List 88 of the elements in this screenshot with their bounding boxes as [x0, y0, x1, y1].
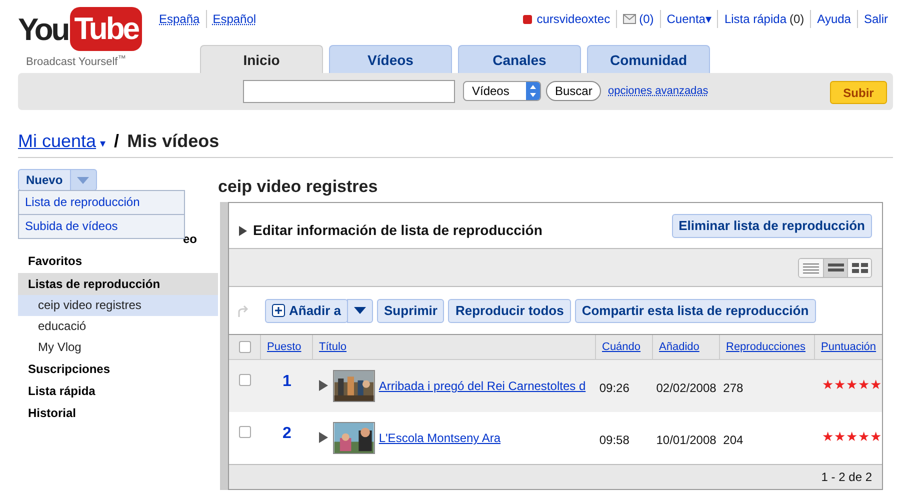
table-cell: 278 [723, 381, 744, 395]
play-icon[interactable] [318, 432, 328, 443]
view-mode-icon[interactable] [847, 258, 871, 276]
upload-button[interactable]: Subir [830, 81, 887, 104]
username-link[interactable]: cursvideoxtec [536, 10, 610, 28]
sidebar-item[interactable]: Suscripciones [18, 358, 218, 380]
logo-text: Tube [70, 7, 142, 51]
caret-icon [354, 307, 366, 314]
playlist-item[interactable]: ceip video registres [18, 295, 218, 316]
header-link[interactable]: Salir [864, 10, 888, 28]
youtube-logo[interactable]: You Tube Broadcast Yourself$^{™}$ [18, 6, 146, 70]
video-title-link[interactable]: Arribada i pregó del Rei Carnestoltes d [378, 377, 586, 395]
column-header-link[interactable]: Puesto [267, 338, 302, 356]
add-to-button[interactable]: Añadir a [265, 298, 348, 322]
sidebar-item[interactable]: Historial [18, 402, 218, 424]
menu-item[interactable]: Subida de vídeos [19, 214, 184, 238]
dropdown-button[interactable] [347, 298, 374, 322]
star-icon: ★ [858, 430, 870, 444]
star-icon: ★ [834, 378, 846, 392]
select-all-checkbox[interactable] [238, 341, 250, 353]
star-icon: ★ [834, 430, 846, 444]
column-header-link[interactable]: Puntuación [821, 338, 876, 356]
sidebar-item[interactable]: Favoritos [18, 250, 218, 272]
column-header-link[interactable]: Título [319, 338, 347, 356]
action-button[interactable]: Reproducir todos [448, 298, 571, 322]
star-icon: ★ [822, 430, 834, 444]
playlist-title: ceip video registres [218, 176, 378, 198]
nav-tab[interactable]: Inicio [200, 45, 323, 74]
video-title-link[interactable]: L'Escola Montseny Ara [378, 429, 501, 447]
account-menu-link[interactable]: Cuenta▾ [666, 10, 712, 28]
table-cell: 09:58 [599, 433, 630, 447]
quicklist-link[interactable]: Lista rápida [724, 10, 786, 28]
star-icon: ★ [822, 378, 834, 392]
logo-tagline: Broadcast Yourself$^{™}$ [26, 54, 127, 70]
star-icon: ★ [846, 430, 858, 444]
action-button[interactable]: Suprimir [377, 298, 444, 322]
caret-icon [77, 176, 90, 184]
star-icon: ★ [870, 430, 882, 444]
nav-tab[interactable]: Canales [458, 45, 581, 74]
locale-link[interactable]: Español [206, 10, 262, 28]
view-mode-icon[interactable] [823, 258, 847, 276]
playlist-item[interactable]: My Vlog [18, 337, 218, 358]
account-link[interactable]: Mi cuenta [18, 128, 96, 155]
row-checkbox[interactable] [238, 426, 251, 438]
locale-link[interactable]: España [159, 10, 206, 28]
column-header-link[interactable]: Cuándo [602, 338, 641, 356]
playlist-item[interactable]: educació [18, 316, 218, 337]
table-cell: 204 [723, 433, 744, 447]
breadcrumb-separator: / [114, 130, 120, 153]
sidebar-section-header[interactable]: Listas de reproducción [18, 273, 218, 295]
sidebar-item[interactable]: Lista rápida [18, 380, 218, 402]
share-arrow-icon [237, 304, 249, 316]
table-cell: 09:26 [599, 381, 630, 395]
table-cell: 02/02/2008 [656, 381, 716, 395]
quicklist-count: (0) [790, 11, 804, 28]
star-icon: ★ [858, 378, 870, 392]
edit-info-toggle[interactable]: Editar información de lista de reproducción [239, 220, 542, 241]
play-icon[interactable] [318, 380, 328, 391]
new-button[interactable]: Nuevo [18, 169, 71, 191]
header-link[interactable]: Ayuda [817, 10, 851, 28]
advanced-options-link[interactable]: opciones avanzadas [608, 83, 708, 100]
user-icon [522, 14, 532, 24]
column-header-link[interactable]: Añadido [659, 338, 700, 356]
mail-icon[interactable] [623, 14, 636, 24]
search-button[interactable]: Buscar [546, 81, 602, 101]
star-icon: ★ [846, 378, 858, 392]
nav-tab[interactable]: Comunidad [587, 45, 710, 74]
view-mode-icon[interactable] [799, 258, 823, 276]
star-icon: ★ [870, 378, 882, 392]
row-checkbox[interactable] [238, 374, 251, 386]
rank-number: 2 [282, 424, 292, 444]
delete-playlist-button[interactable]: Eliminar lista de reproducción [672, 214, 872, 238]
inbox-link[interactable]: (0) [639, 10, 654, 28]
expand-triangle-icon [239, 226, 247, 236]
plus-icon [272, 304, 285, 317]
pagination-text: 1 - 2 de 2 [821, 469, 872, 486]
logo-text: You [18, 14, 68, 44]
column-header-link[interactable]: Reproducciones [726, 338, 806, 356]
nav-tab[interactable]: Vídeos [329, 45, 452, 74]
action-button[interactable]: Compartir esta lista de reproducción [574, 298, 816, 322]
rank-number: 1 [282, 372, 292, 392]
search-field[interactable] [243, 80, 455, 103]
caret-icon[interactable]: ▾ [100, 136, 106, 152]
category-select[interactable]: Vídeos [463, 81, 541, 101]
table-cell: 10/01/2008 [656, 433, 716, 447]
select-arrows-icon [526, 82, 540, 100]
menu-item[interactable]: Lista de reproducción [19, 191, 184, 214]
page-title: Mis vídeos [127, 130, 220, 153]
